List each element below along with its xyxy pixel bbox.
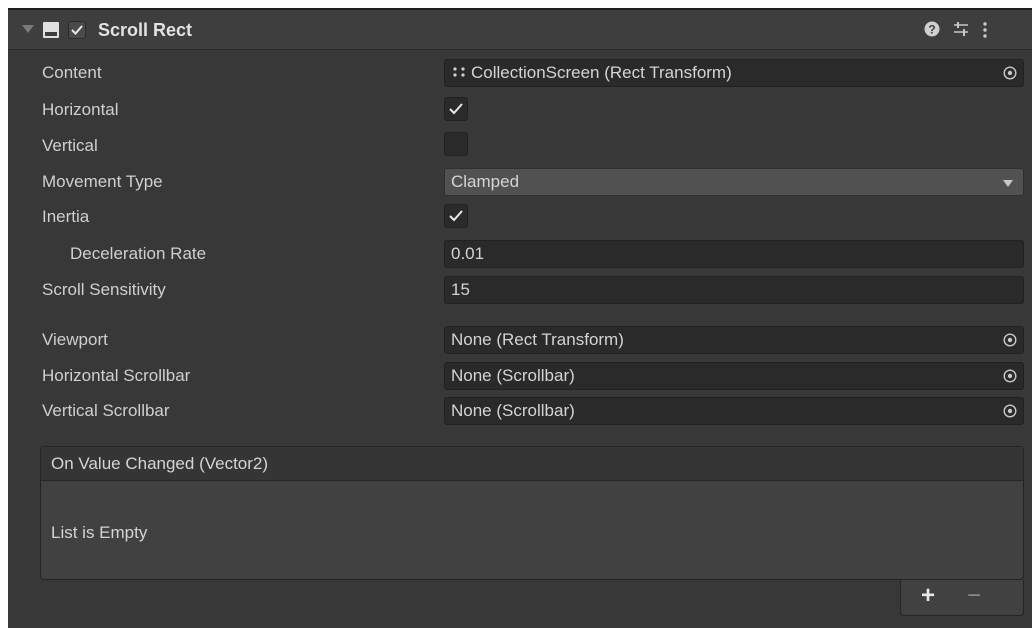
vertical-checkbox[interactable] [444,132,468,156]
vertical-scrollbar-field[interactable]: None (Scrollbar) [444,397,1024,425]
rect-transform-icon [453,67,465,77]
inertia-label: Inertia [42,207,90,226]
presets-icon[interactable] [952,20,970,38]
remove-event-button[interactable]: − [967,584,981,608]
on-value-changed-event: On Value Changed (Vector2) List is Empty [40,446,1024,580]
object-picker-icon[interactable] [1003,66,1017,80]
component-title: Scroll Rect [98,20,193,40]
content-field[interactable]: CollectionScreen (Rect Transform) [444,59,1024,87]
viewport-value: None (Rect Transform) [451,330,624,349]
component-header[interactable]: Scroll Rect ? [8,8,1032,50]
movement-type-label: Movement Type [42,172,163,191]
vertical-scrollbar-value: None (Scrollbar) [451,401,575,420]
menu-icon[interactable] [982,20,988,40]
deceleration-rate-value: 0.01 [451,244,485,263]
object-picker-icon[interactable] [1003,333,1017,347]
content-label: Content [42,63,102,82]
movement-type-dropdown[interactable]: Clamped [444,168,1024,196]
event-list-controls: + − [900,580,1024,616]
scroll-rect-inspector: Scroll Rect ? Content CollectionScreen (… [8,8,1032,628]
viewport-label: Viewport [42,330,108,349]
movement-type-value: Clamped [451,172,520,191]
add-event-button[interactable]: + [921,584,935,608]
scroll-sensitivity-value: 15 [451,280,470,299]
vertical-scrollbar-label: Vertical Scrollbar [42,401,170,420]
content-value: CollectionScreen (Rect Transform) [471,63,732,82]
horizontal-scrollbar-value: None (Scrollbar) [451,366,575,385]
horizontal-scrollbar-label: Horizontal Scrollbar [42,366,191,385]
viewport-field[interactable]: None (Rect Transform) [444,326,1024,354]
horizontal-label: Horizontal [42,100,119,119]
event-header: On Value Changed (Vector2) [41,447,1023,481]
object-picker-icon[interactable] [1003,369,1017,383]
svg-text:?: ? [928,23,935,37]
deceleration-rate-field[interactable]: 0.01 [444,240,1024,268]
dropdown-arrow-icon [1003,180,1013,187]
checkmark-icon [449,210,463,222]
scroll-sensitivity-label: Scroll Sensitivity [42,280,166,299]
foldout-arrow-icon[interactable] [22,25,34,33]
horizontal-checkbox[interactable] [444,97,468,121]
event-empty-text: List is Empty [51,523,148,542]
object-picker-icon[interactable] [1003,404,1017,418]
horizontal-scrollbar-field[interactable]: None (Scrollbar) [444,362,1024,390]
component-icon [43,22,59,38]
help-icon[interactable]: ? [924,21,940,37]
scroll-sensitivity-field[interactable]: 15 [444,276,1024,304]
vertical-label: Vertical [42,136,98,155]
checkmark-icon [71,25,83,35]
inertia-checkbox[interactable] [444,204,468,228]
component-enabled-checkbox[interactable] [68,21,86,39]
checkmark-icon [449,103,463,115]
event-title: On Value Changed (Vector2) [51,454,269,473]
deceleration-rate-label: Deceleration Rate [70,244,207,263]
